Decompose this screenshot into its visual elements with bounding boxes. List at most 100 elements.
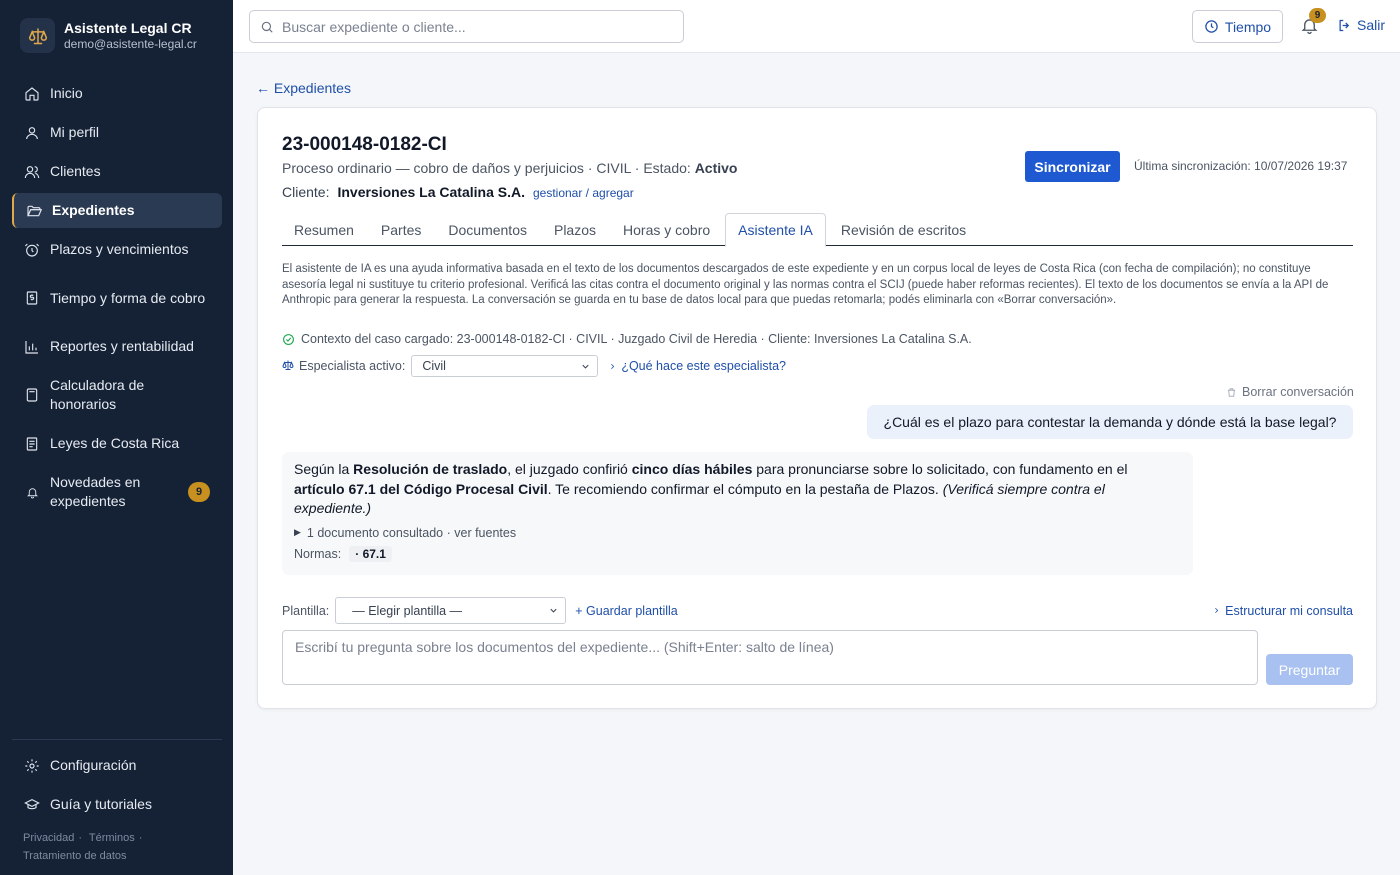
logout-label: Salir [1357, 17, 1386, 33]
sidebar-item-calculadora[interactable]: Calculadora de honorarios [12, 368, 222, 422]
footer-links: Privacidad · Términos · Tratamiento de dat… [23, 832, 143, 862]
folder-open-icon [26, 203, 42, 219]
sources-toggle[interactable]: ▶ 1 documento consultado · ver fuentes [294, 526, 1181, 540]
tab-horas-cobro[interactable]: Horas y cobro [611, 213, 722, 246]
specialist-select[interactable]: Civil [411, 355, 599, 377]
sidebar-item-clientes[interactable]: Clientes [12, 154, 222, 189]
case-client: Cliente: Inversiones La Catalina S.A. ge… [282, 184, 634, 200]
alarm-clock-icon [24, 242, 40, 258]
sidebar: Asistente Legal CR demo@asistente-legal.… [0, 0, 233, 875]
topbar: Tiempo 9 Salir [233, 0, 1400, 53]
book-icon [24, 436, 40, 452]
specialist-row: Especialista activo: Civil ¿Qué hace est… [282, 355, 786, 377]
data-treatment-link[interactable]: Tratamiento de datos [23, 850, 127, 862]
user-message: ¿Cuál es el plazo para contestar la dema… [867, 405, 1353, 439]
case-tabs: Resumen Partes Documentos Plazos Horas y… [282, 213, 1353, 247]
sidebar-item-label: Inicio [50, 85, 83, 101]
save-template-button[interactable]: + Guardar plantilla [575, 604, 678, 618]
assistant-message-text: Según la Resolución de traslado, el juzg… [294, 461, 1128, 516]
users-icon [24, 164, 40, 180]
sync-button[interactable]: Sincronizar [1025, 151, 1120, 182]
tab-asistente-ia[interactable]: Asistente IA [725, 213, 826, 247]
structure-query-toggle[interactable]: Estructurar mi consulta [1212, 604, 1353, 618]
tab-plazos[interactable]: Plazos [542, 213, 608, 246]
clear-conversation-button[interactable]: Borrar conversación [1226, 385, 1354, 399]
scale-logo-icon [20, 18, 55, 53]
gear-icon [24, 758, 40, 774]
specialist-help-label: ¿Qué hace este especialista? [621, 359, 786, 373]
ask-button[interactable]: Preguntar [1266, 654, 1353, 685]
client-name: Inversiones La Catalina S.A. [337, 184, 525, 200]
chevron-down-icon [550, 608, 557, 613]
sidebar-item-tiempo-cobro[interactable]: Tiempo y forma de cobro [12, 271, 222, 325]
sidebar-item-label: Mi perfil [50, 124, 100, 140]
receipt-dollar-icon [24, 290, 40, 306]
sidebar-item-label: Configuración [50, 757, 137, 773]
graduation-cap-icon [24, 797, 40, 813]
normas-label: Normas: [294, 546, 342, 561]
specialist-label: Especialista activo: [299, 359, 406, 373]
manage-client-link[interactable]: gestionar / agregar [533, 186, 634, 200]
sidebar-item-leyes[interactable]: Leyes de Costa Rica [12, 426, 222, 461]
sidebar-item-reportes[interactable]: Reportes y rentabilidad [12, 329, 222, 364]
sidebar-bottom-nav: Configuración Guía y tutoriales [12, 739, 222, 826]
assistant-message: Según la Resolución de traslado, el juzg… [282, 452, 1193, 575]
tab-partes[interactable]: Partes [369, 213, 433, 246]
normas-row: Normas: · 67.1 [294, 545, 1181, 562]
specialist-value: Civil [422, 359, 446, 373]
home-icon [24, 86, 40, 102]
triangle-right-icon: ▶ [294, 527, 301, 537]
template-row: Plantilla: — Elegir plantilla — + Guarda… [282, 597, 1353, 624]
template-value: — Elegir plantilla — [352, 603, 463, 618]
sidebar-item-guia[interactable]: Guía y tutoriales [12, 787, 222, 822]
case-subtitle: Proceso ordinario — cobro de daños y per… [282, 160, 738, 176]
tab-revision-escritos[interactable]: Revisión de escritos [829, 213, 978, 246]
notification-badge: 9 [188, 482, 210, 502]
sidebar-item-label: Reportes y rentabilidad [50, 338, 194, 354]
scale-icon [282, 359, 294, 374]
search-input[interactable] [282, 18, 662, 35]
sidebar-item-expedientes[interactable]: Expedientes [12, 193, 222, 228]
terms-link[interactable]: Términos [89, 832, 135, 844]
bell-icon [24, 484, 40, 500]
calculator-icon [24, 387, 40, 403]
template-select[interactable]: — Elegir plantilla — [335, 597, 567, 624]
tab-documentos[interactable]: Documentos [436, 213, 539, 246]
privacy-link[interactable]: Privacidad [23, 832, 74, 844]
brand: Asistente Legal CR demo@asistente-legal.… [20, 18, 197, 53]
notification-badge: 9 [1309, 8, 1326, 23]
clock-icon [1205, 20, 1218, 33]
sidebar-item-label: Plazos y vencimientos [50, 241, 189, 257]
sidebar-item-novedades[interactable]: Novedades en expedientes 9 [12, 465, 222, 519]
chevron-right-icon [611, 363, 615, 369]
case-context-text: Contexto del caso cargado: 23-000148-018… [301, 332, 972, 346]
sidebar-item-label: Leyes de Costa Rica [50, 435, 180, 451]
trash-icon [1227, 387, 1236, 397]
sidebar-item-label: Guía y tutoriales [50, 796, 152, 812]
sidebar-item-label: Novedades en expedientes [50, 474, 141, 509]
last-sync-text: Última sincronización: 10/07/2026 19:37 [1134, 159, 1348, 173]
check-circle-icon [283, 333, 294, 345]
user-icon [24, 125, 40, 141]
time-button-label: Tiempo [1224, 18, 1272, 35]
back-to-expedientes-link[interactable]: ← Expedientes [256, 80, 351, 96]
bar-chart-icon [24, 339, 40, 355]
sidebar-item-configuracion[interactable]: Configuración [12, 748, 222, 783]
question-input[interactable] [282, 630, 1258, 685]
specialist-help-toggle[interactable]: ¿Qué hace este especialista? [608, 359, 786, 373]
sidebar-item-plazos[interactable]: Plazos y vencimientos [12, 232, 222, 267]
brand-name: Asistente Legal CR [64, 20, 192, 36]
sidebar-item-label: Tiempo y forma de cobro [50, 289, 206, 306]
chevron-down-icon [582, 364, 589, 369]
sidebar-item-label: Clientes [50, 163, 101, 179]
sources-label: 1 documento consultado · ver fuentes [306, 525, 517, 540]
search-box[interactable] [249, 10, 684, 43]
chevron-right-icon [1215, 607, 1219, 614]
time-button[interactable]: Tiempo [1192, 10, 1283, 43]
logout-button[interactable]: Salir [1337, 17, 1385, 33]
sidebar-item-inicio[interactable]: Inicio [12, 76, 222, 111]
sidebar-item-mi-perfil[interactable]: Mi perfil [12, 115, 222, 150]
case-status: Activo [694, 160, 738, 176]
tab-resumen[interactable]: Resumen [282, 213, 366, 246]
norma-chip[interactable]: · 67.1 [349, 545, 392, 562]
